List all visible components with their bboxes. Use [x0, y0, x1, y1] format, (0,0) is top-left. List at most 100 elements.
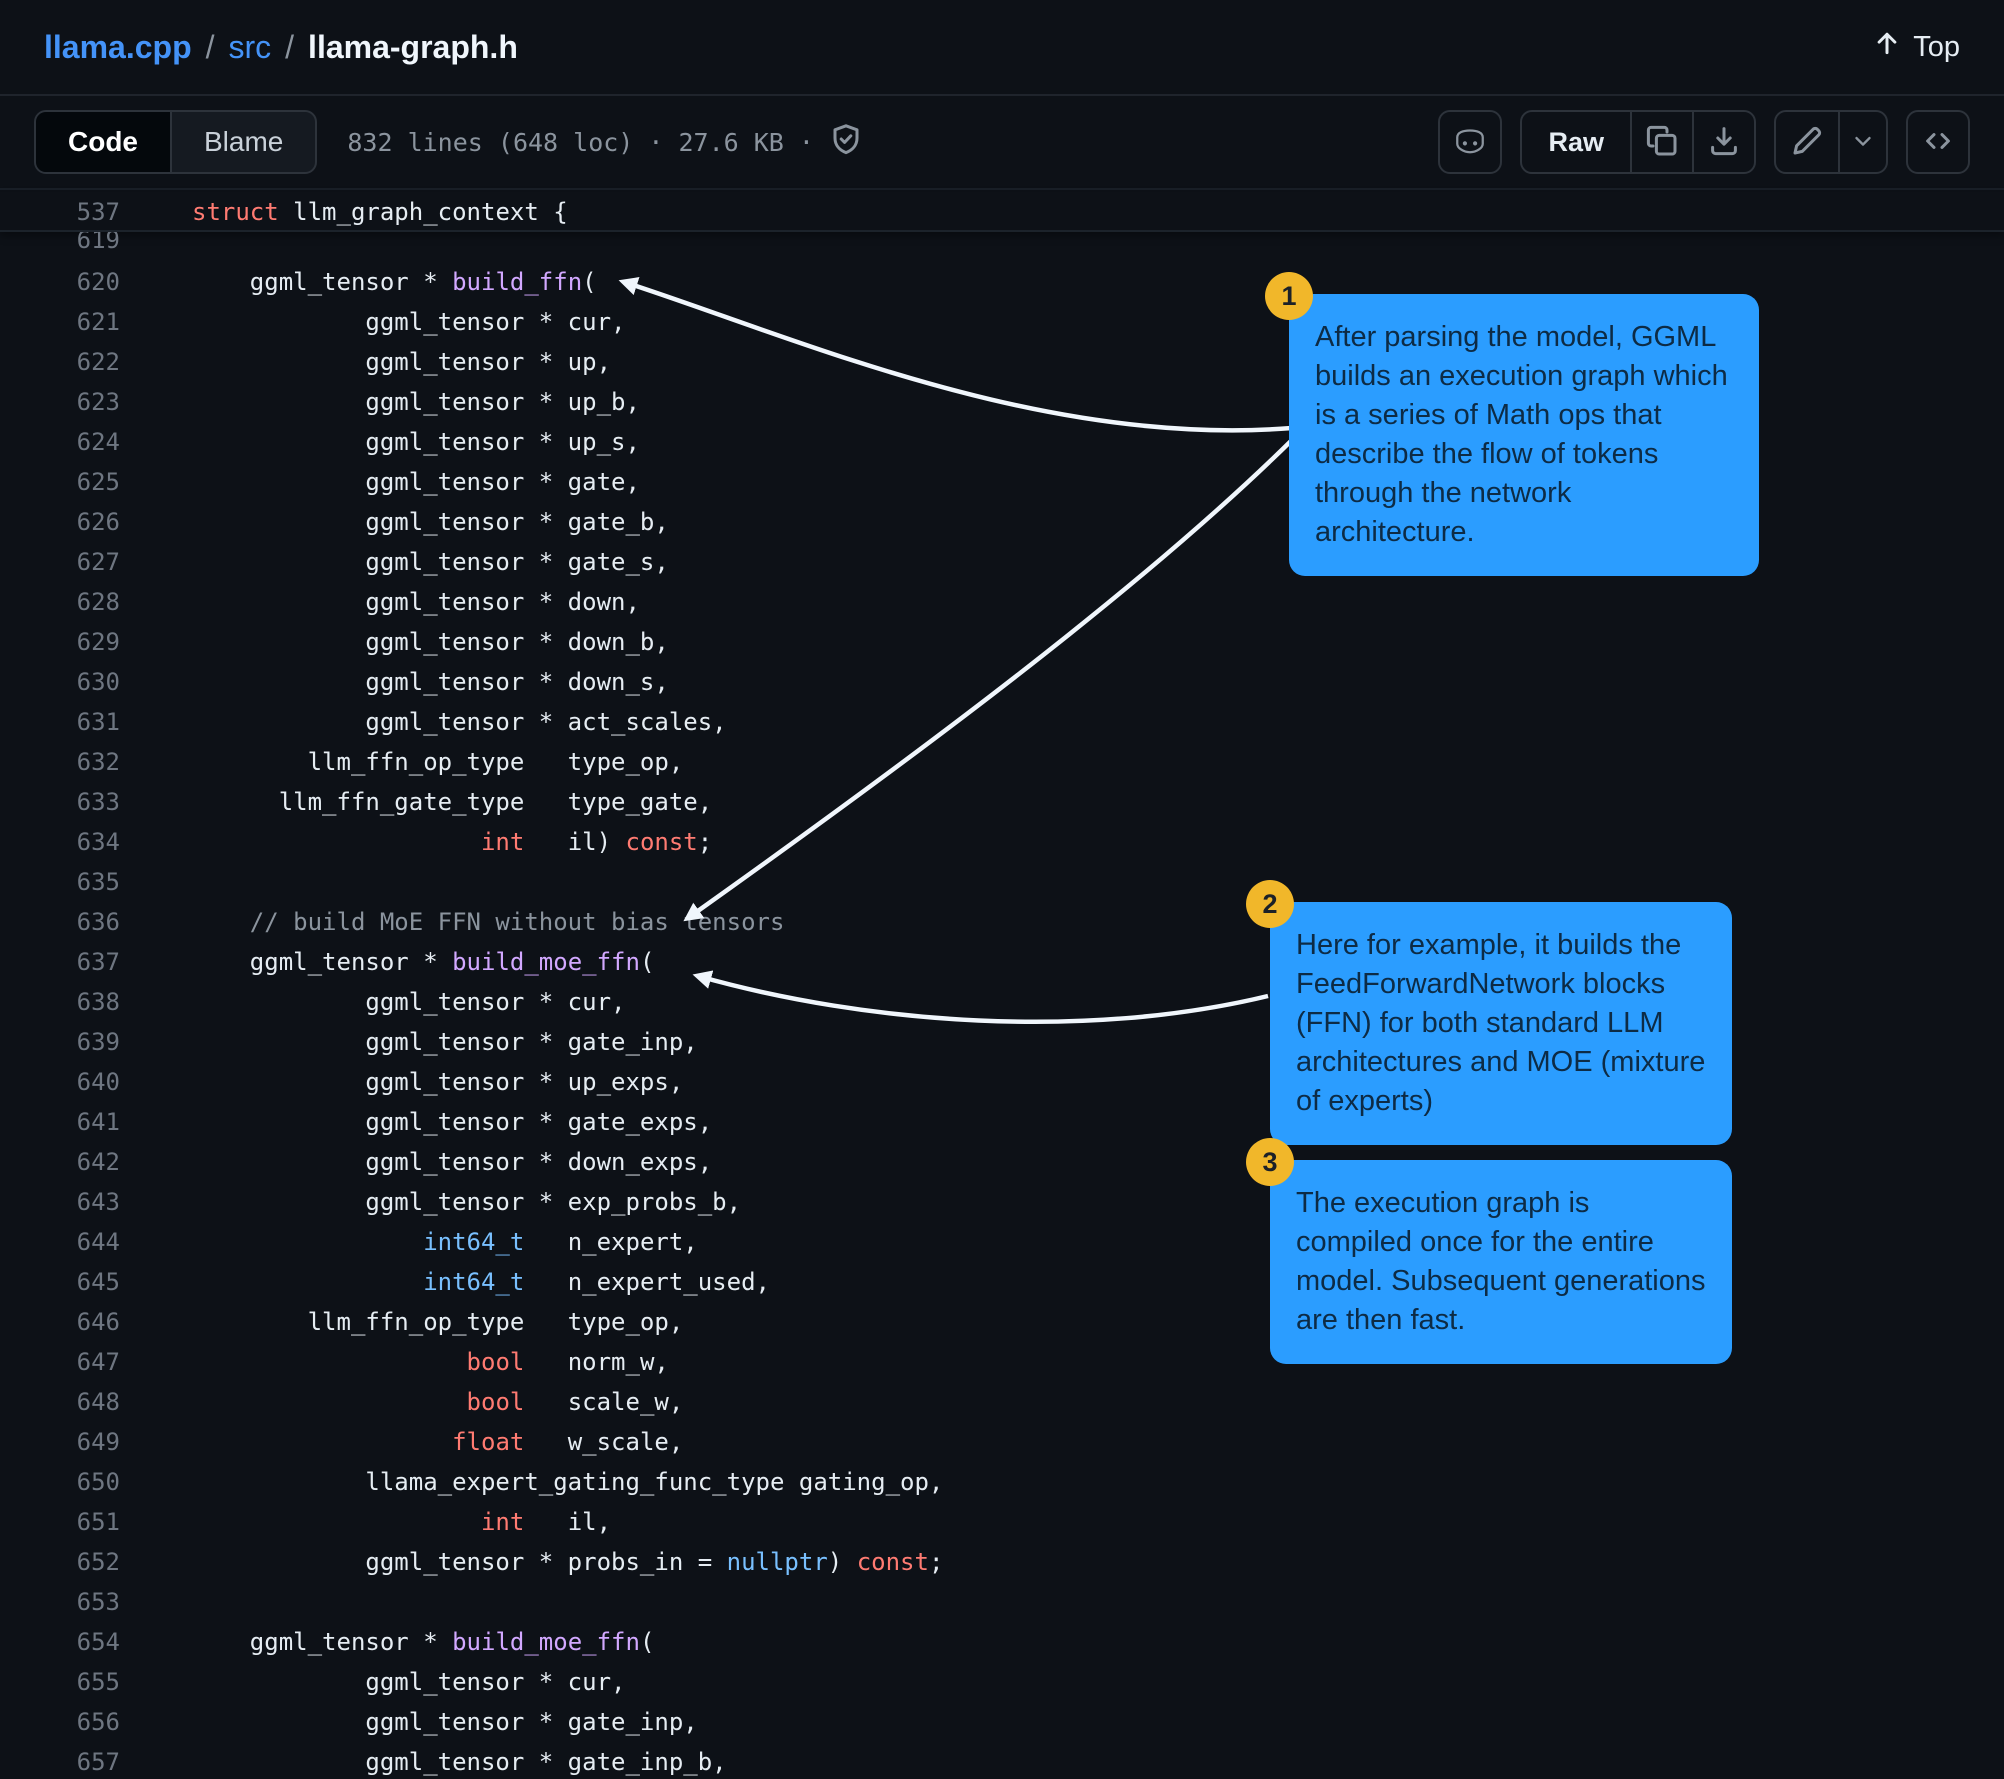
file-viewer-page: llama.cpp / src / llama-graph.h Top Code…	[0, 0, 2004, 1779]
line-content: ggml_tensor * down_s,	[192, 668, 669, 696]
breadcrumb-separator: /	[205, 28, 215, 65]
line-content: ggml_tensor * exp_probs_b,	[192, 1188, 742, 1216]
code-line: 657 ggml_tensor * gate_inp_b,	[0, 1742, 2004, 1779]
line-content: ggml_tensor * build_moe_ffn(	[192, 1628, 655, 1656]
breadcrumb-dir-link[interactable]: src	[229, 29, 272, 66]
copy-icon	[1646, 125, 1678, 160]
line-number[interactable]: 626	[0, 502, 120, 542]
line-number[interactable]: 628	[0, 582, 120, 622]
code-line: 656 ggml_tensor * gate_inp,	[0, 1702, 2004, 1742]
breadcrumb-repo-link[interactable]: llama.cpp	[44, 29, 192, 66]
code-line: 629 ggml_tensor * down_b,	[0, 622, 2004, 662]
annotation-callout-1: 1 After parsing the model, GGML builds a…	[1265, 272, 1759, 576]
line-number[interactable]: 537	[0, 192, 120, 230]
code-line: 537 struct llm_graph_context {	[0, 192, 2004, 232]
line-number[interactable]: 647	[0, 1342, 120, 1382]
line-content: bool norm_w,	[466, 1348, 669, 1376]
line-number[interactable]: 627	[0, 542, 120, 582]
edit-menu-button[interactable]	[1838, 112, 1886, 172]
line-content: ggml_tensor * gate_b,	[192, 508, 669, 536]
line-number[interactable]: 646	[0, 1302, 120, 1342]
line-number[interactable]: 653	[0, 1582, 120, 1622]
back-to-top-link[interactable]: Top	[1873, 29, 1960, 65]
code-blame-switch: Code Blame	[34, 110, 318, 174]
annotation-callout-3: 3 The execution graph is compiled once f…	[1246, 1138, 1732, 1364]
chevron-down-icon	[1850, 128, 1876, 157]
code-line: 632 llm_ffn_op_type type_op,	[0, 742, 2004, 782]
code-line: 649 float w_scale,	[0, 1422, 2004, 1462]
line-content: // build MoE FFN without bias tensors	[249, 908, 785, 936]
line-number[interactable]: 625	[0, 462, 120, 502]
line-content: ggml_tensor * up_b,	[192, 388, 640, 416]
line-number[interactable]: 636	[0, 902, 120, 942]
line-number[interactable]: 650	[0, 1462, 120, 1502]
line-content: ggml_tensor * down,	[192, 588, 640, 616]
line-number[interactable]: 629	[0, 622, 120, 662]
annotation-text-2: Here for example, it builds the FeedForw…	[1296, 929, 1706, 1117]
tab-blame[interactable]: Blame	[172, 112, 315, 172]
line-number[interactable]: 640	[0, 1062, 120, 1102]
line-number[interactable]: 656	[0, 1702, 120, 1742]
line-number[interactable]: 633	[0, 782, 120, 822]
line-number[interactable]: 623	[0, 382, 120, 422]
file-toolbar: Code Blame 832 lines (648 loc) · 27.6 KB…	[0, 96, 2004, 190]
line-number[interactable]: 645	[0, 1262, 120, 1302]
line-number[interactable]: 643	[0, 1182, 120, 1222]
line-number[interactable]: 619	[0, 232, 120, 262]
line-content: int il) const;	[480, 828, 713, 856]
copilot-button[interactable]	[1438, 110, 1503, 174]
line-content: ggml_tensor * build_ffn(	[192, 268, 597, 296]
line-number[interactable]: 649	[0, 1422, 120, 1462]
line-content: bool scale_w,	[466, 1388, 684, 1416]
line-number[interactable]: 631	[0, 702, 120, 742]
symbols-button[interactable]	[1906, 110, 1970, 174]
breadcrumb: llama.cpp / src / llama-graph.h	[44, 29, 518, 66]
line-number[interactable]: 632	[0, 742, 120, 782]
code-line: 651 int il,	[0, 1502, 2004, 1542]
line-content: ggml_tensor * up_exps,	[192, 1068, 684, 1096]
line-number[interactable]: 655	[0, 1662, 120, 1702]
line-number[interactable]: 657	[0, 1742, 120, 1779]
line-number[interactable]: 652	[0, 1542, 120, 1582]
edit-button[interactable]	[1776, 112, 1838, 172]
file-header: llama.cpp / src / llama-graph.h Top	[0, 0, 2004, 96]
code-line: 628 ggml_tensor * down,	[0, 582, 2004, 622]
line-number[interactable]: 638	[0, 982, 120, 1022]
line-number[interactable]: 648	[0, 1382, 120, 1422]
raw-actions-group: Raw	[1520, 110, 1756, 174]
line-content: llama_expert_gating_func_type gating_op,	[192, 1468, 944, 1496]
line-content: int64_t n_expert_used,	[423, 1268, 770, 1296]
annotation-text-3: The execution graph is compiled once for…	[1296, 1187, 1706, 1336]
raw-button[interactable]: Raw	[1522, 112, 1630, 172]
line-content: ggml_tensor * probs_in = nullptr) const;	[192, 1548, 944, 1576]
line-number[interactable]: 620	[0, 262, 120, 302]
download-button[interactable]	[1692, 112, 1754, 172]
line-content: llm_ffn_gate_type type_gate,	[192, 788, 713, 816]
line-number[interactable]: 622	[0, 342, 120, 382]
copilot-goggles-icon	[1452, 123, 1488, 162]
line-number[interactable]: 641	[0, 1102, 120, 1142]
line-content: llm_ffn_op_type type_op,	[192, 748, 684, 776]
line-number[interactable]: 630	[0, 662, 120, 702]
file-meta-text: 832 lines (648 loc) · 27.6 KB ·	[347, 127, 814, 157]
line-content: ggml_tensor * down_b,	[192, 628, 669, 656]
line-number[interactable]: 644	[0, 1222, 120, 1262]
line-number[interactable]: 654	[0, 1622, 120, 1662]
line-number[interactable]: 651	[0, 1502, 120, 1542]
line-content: ggml_tensor * gate_exps,	[192, 1108, 713, 1136]
annotation-badge-1: 1	[1265, 272, 1313, 320]
line-number[interactable]: 634	[0, 822, 120, 862]
line-number[interactable]: 624	[0, 422, 120, 462]
copy-button[interactable]	[1630, 112, 1692, 172]
line-content: ggml_tensor * gate_inp,	[192, 1028, 698, 1056]
line-number[interactable]: 635	[0, 862, 120, 902]
line-number[interactable]: 637	[0, 942, 120, 982]
line-content: ggml_tensor * cur,	[192, 308, 626, 336]
line-content: ggml_tensor * up,	[192, 348, 612, 376]
line-number[interactable]: 642	[0, 1142, 120, 1182]
edit-group	[1774, 110, 1888, 174]
tab-code[interactable]: Code	[36, 112, 172, 172]
shield-check-icon[interactable]	[830, 123, 862, 161]
line-number[interactable]: 639	[0, 1022, 120, 1062]
line-number[interactable]: 621	[0, 302, 120, 342]
